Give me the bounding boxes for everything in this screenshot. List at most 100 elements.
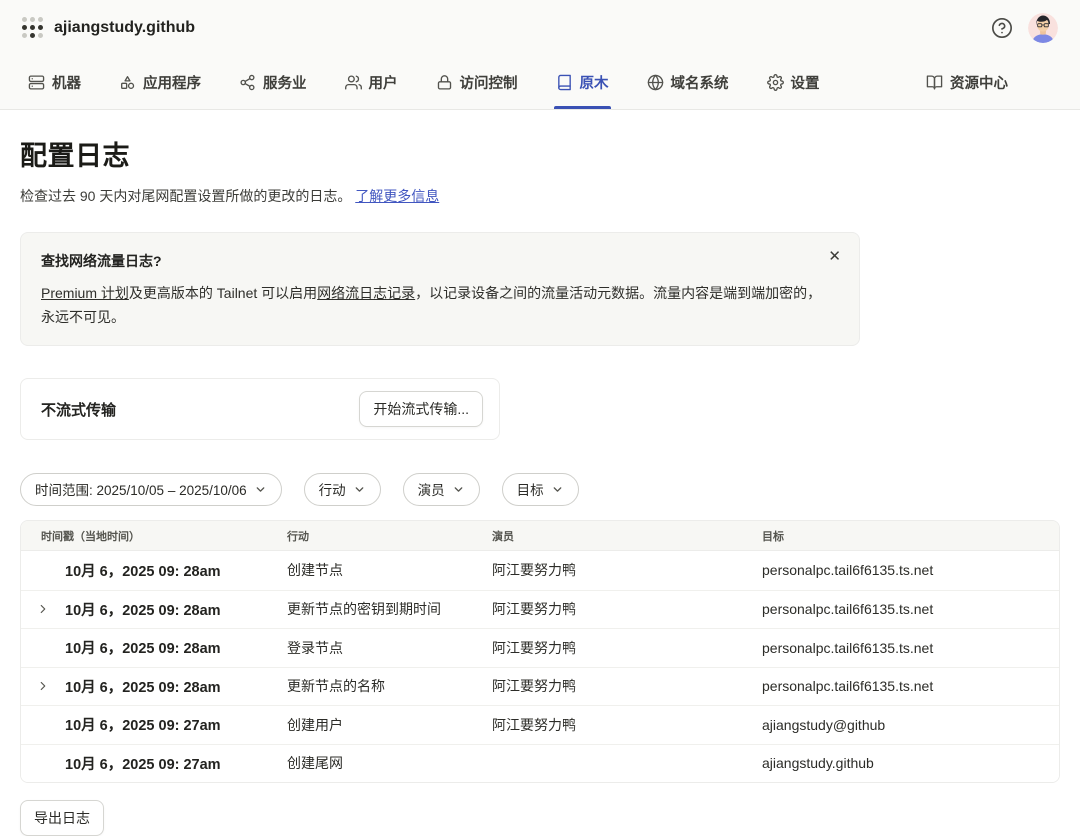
- target-filter[interactable]: 目标: [502, 473, 579, 506]
- help-icon[interactable]: [990, 16, 1014, 40]
- premium-plan-link[interactable]: Premium 计划: [41, 285, 129, 301]
- chevron-down-icon: [353, 483, 366, 496]
- nav-label: 服务业: [263, 72, 307, 93]
- actor-filter-label: 演员: [418, 479, 445, 499]
- streaming-status-card: 不流式传输 开始流式传输...: [20, 378, 500, 440]
- table-row: 10月 6，2025 09: 28am 更新节点的名称 阿江要努力鸭 perso…: [21, 667, 1059, 706]
- subtitle-text: 检查过去 90 天内对尾网配置设置所做的更改的日志。: [20, 188, 351, 204]
- nav-item-access-controls[interactable]: 访问控制: [436, 55, 518, 109]
- top-bar: ajiangstudy.github: [0, 0, 1080, 55]
- start-streaming-button[interactable]: 开始流式传输...: [359, 391, 483, 427]
- nav-item-services[interactable]: 服务业: [239, 55, 307, 109]
- nav-label: 原木: [580, 72, 609, 93]
- shapes-icon: [119, 74, 136, 91]
- nav-item-machines[interactable]: 机器: [28, 55, 81, 109]
- banner-body: Premium 计划及更高版本的 Tailnet 可以启用网络流日志记录，以记录…: [41, 281, 831, 329]
- nav-item-logs[interactable]: 原木: [556, 55, 609, 109]
- row-timestamp: 10月 6，2025 09: 28am: [65, 637, 287, 658]
- export-area: 导出日志: [20, 800, 1060, 836]
- streaming-status: 不流式传输: [41, 399, 116, 420]
- users-icon: [345, 74, 362, 91]
- nav-item-dns[interactable]: 域名系统: [647, 55, 729, 109]
- nav-item-resource-center[interactable]: 资源中心: [926, 55, 1008, 109]
- share-nodes-icon: [239, 74, 256, 91]
- tailscale-logo-icon: [22, 17, 43, 38]
- row-timestamp: 10月 6，2025 09: 27am: [65, 753, 287, 774]
- row-actor: 阿江要努力鸭: [492, 599, 762, 619]
- row-target: personalpc.tail6f6135.ts.net: [762, 601, 1059, 617]
- gear-icon: [767, 74, 784, 91]
- row-actor: 阿江要努力鸭: [492, 638, 762, 658]
- book-icon: [556, 74, 573, 91]
- row-timestamp: 10月 6，2025 09: 28am: [65, 599, 287, 620]
- chevron-right-icon[interactable]: [21, 679, 65, 693]
- table-row: 10月 6，2025 09: 27am 创建用户 阿江要努力鸭 ajiangst…: [21, 705, 1059, 744]
- row-timestamp: 10月 6，2025 09: 28am: [65, 676, 287, 697]
- chevron-down-icon: [254, 483, 267, 496]
- network-flow-logs-banner: 查找网络流量日志? ✕ Premium 计划及更高版本的 Tailnet 可以启…: [20, 232, 860, 346]
- chevron-down-icon: [452, 483, 465, 496]
- nav-item-apps[interactable]: 应用程序: [119, 55, 201, 109]
- nav-label: 应用程序: [143, 72, 201, 93]
- row-target: personalpc.tail6f6135.ts.net: [762, 678, 1059, 694]
- col-action: 行动: [287, 528, 492, 544]
- main-nav: 机器 应用程序 服务业 用户 访问控制 原木: [0, 55, 1080, 110]
- learn-more-link[interactable]: 了解更多信息: [355, 188, 439, 204]
- nav-label: 资源中心: [950, 72, 1008, 93]
- page-subtitle: 检查过去 90 天内对尾网配置设置所做的更改的日志。 了解更多信息: [20, 186, 1060, 206]
- action-filter-label: 行动: [319, 479, 346, 499]
- row-actor: 阿江要努力鸭: [492, 676, 762, 696]
- row-action: 创建节点: [287, 560, 492, 580]
- table-header-row: 时间戳（当地时间） 行动 演员 目标: [21, 521, 1059, 551]
- network-flow-logging-link[interactable]: 网络流日志记录: [317, 285, 415, 301]
- export-logs-button[interactable]: 导出日志: [20, 800, 104, 836]
- nav-label: 设置: [791, 72, 820, 93]
- user-avatar[interactable]: [1028, 13, 1058, 43]
- config-log-table: 时间戳（当地时间） 行动 演员 目标 10月 6，2025 09: 28am 创…: [20, 520, 1060, 783]
- org-name: ajiangstudy.github: [54, 19, 195, 37]
- col-target: 目标: [762, 528, 1059, 544]
- page-title: 配置日志: [20, 134, 1060, 173]
- row-target: ajiangstudy@github: [762, 717, 1059, 733]
- row-timestamp: 10月 6，2025 09: 28am: [65, 560, 287, 581]
- nav-label: 用户: [369, 72, 398, 93]
- date-range-label: 时间范围: 2025/10/05 – 2025/10/06: [35, 479, 247, 499]
- row-timestamp: 10月 6，2025 09: 27am: [65, 714, 287, 735]
- chevron-right-icon[interactable]: [21, 602, 65, 616]
- col-timestamp: 时间戳（当地时间）: [41, 528, 287, 544]
- open-book-icon: [926, 74, 943, 91]
- main-content: 配置日志 检查过去 90 天内对尾网配置设置所做的更改的日志。 了解更多信息 查…: [0, 110, 1080, 836]
- nav-label: 访问控制: [460, 72, 518, 93]
- close-icon[interactable]: ✕: [828, 249, 841, 264]
- banner-title: 查找网络流量日志?: [41, 251, 839, 271]
- filter-bar: 时间范围: 2025/10/05 – 2025/10/06 行动 演员 目标: [20, 473, 1060, 506]
- lock-icon: [436, 74, 453, 91]
- nav-label: 机器: [52, 72, 81, 93]
- table-row: 10月 6，2025 09: 28am 登录节点 阿江要努力鸭 personal…: [21, 628, 1059, 667]
- table-row: 10月 6，2025 09: 28am 创建节点 阿江要努力鸭 personal…: [21, 551, 1059, 590]
- col-actor: 演员: [492, 528, 762, 544]
- row-action: 创建尾网: [287, 753, 492, 773]
- row-action: 更新节点的名称: [287, 676, 492, 696]
- date-range-filter[interactable]: 时间范围: 2025/10/05 – 2025/10/06: [20, 473, 282, 506]
- nav-item-settings[interactable]: 设置: [767, 55, 820, 109]
- row-actor: 阿江要努力鸭: [492, 560, 762, 580]
- row-actor: 阿江要努力鸭: [492, 715, 762, 735]
- row-target: ajiangstudy.github: [762, 755, 1059, 771]
- row-action: 更新节点的密钥到期时间: [287, 599, 492, 619]
- target-filter-label: 目标: [517, 479, 544, 499]
- table-row: 10月 6，2025 09: 27am 创建尾网 ajiangstudy.git…: [21, 744, 1059, 783]
- chevron-down-icon: [551, 483, 564, 496]
- nav-label: 域名系统: [671, 72, 729, 93]
- action-filter[interactable]: 行动: [304, 473, 381, 506]
- row-action: 创建用户: [287, 715, 492, 735]
- row-target: personalpc.tail6f6135.ts.net: [762, 640, 1059, 656]
- globe-icon: [647, 74, 664, 91]
- row-target: personalpc.tail6f6135.ts.net: [762, 562, 1059, 578]
- table-row: 10月 6，2025 09: 28am 更新节点的密钥到期时间 阿江要努力鸭 p…: [21, 590, 1059, 629]
- banner-body-text: 及更高版本的 Tailnet 可以启用: [129, 285, 317, 301]
- actor-filter[interactable]: 演员: [403, 473, 480, 506]
- row-action: 登录节点: [287, 638, 492, 658]
- nav-item-users[interactable]: 用户: [345, 55, 398, 109]
- server-icon: [28, 74, 45, 91]
